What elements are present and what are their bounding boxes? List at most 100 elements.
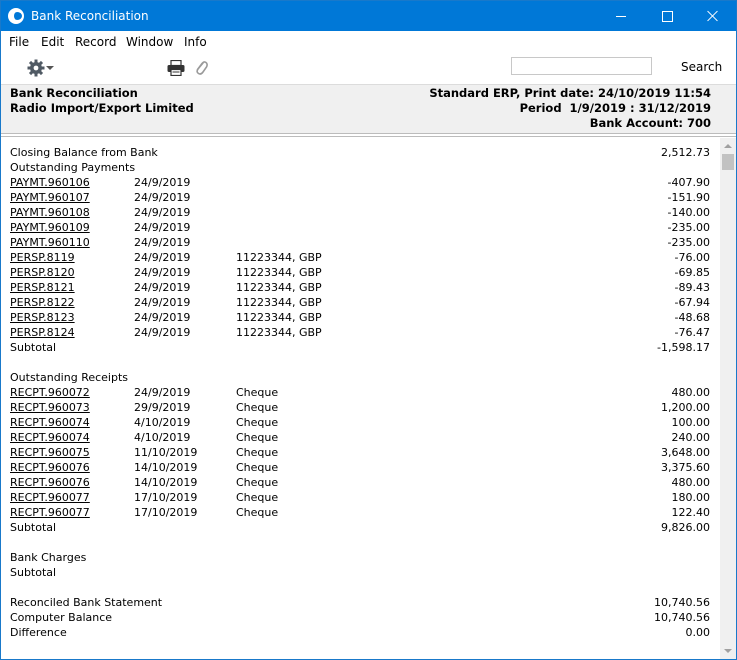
toolbar: Search bbox=[1, 52, 736, 84]
paperclip-icon[interactable] bbox=[194, 59, 208, 77]
report-row: PAYMT.960108 24/9/2019 -140.00 bbox=[1, 206, 720, 221]
menu-bar: File Edit Record Window Info bbox=[1, 31, 736, 52]
report-row: PERSP.8121 24/9/2019 11223344, GBP -89.43 bbox=[1, 281, 720, 296]
print-date: Standard ERP, Print date: 24/10/2019 11:… bbox=[429, 86, 711, 100]
menu-edit[interactable]: Edit bbox=[41, 35, 64, 49]
row-date: 14/10/2019 bbox=[134, 476, 198, 489]
report-row: RECPT.960076 14/10/2019 Cheque 480.00 bbox=[1, 476, 720, 491]
transaction-link[interactable]: PAYMT.960109 bbox=[10, 221, 90, 234]
report-window: Bank Reconciliation File Edit Record Win… bbox=[0, 0, 737, 660]
row-reference: 11223344, GBP bbox=[236, 251, 322, 264]
menu-file[interactable]: File bbox=[9, 35, 29, 49]
report-row: Outstanding Receipts bbox=[1, 371, 720, 386]
row-reference: 11223344, GBP bbox=[236, 296, 322, 309]
row-date: 24/9/2019 bbox=[134, 296, 191, 309]
report-row: Closing Balance from Bank 2,512.73 bbox=[1, 146, 720, 161]
row-label: Subtotal bbox=[10, 341, 57, 354]
row-amount: 180.00 bbox=[671, 491, 711, 504]
report-row bbox=[1, 356, 720, 371]
transaction-link[interactable]: RECPT.960072 bbox=[10, 386, 90, 399]
row-reference: Cheque bbox=[236, 506, 279, 519]
row-date: 24/9/2019 bbox=[134, 311, 191, 324]
transaction-link[interactable]: PAYMT.960106 bbox=[10, 176, 90, 189]
transaction-link[interactable]: RECPT.960077 bbox=[10, 506, 90, 519]
row-amount: 3,648.00 bbox=[661, 446, 710, 459]
row-amount: 1,200.00 bbox=[661, 401, 710, 414]
row-amount: -140.00 bbox=[667, 206, 710, 219]
report-row: Subtotal -1,598.17 bbox=[1, 341, 720, 356]
row-reference: Cheque bbox=[236, 446, 279, 459]
transaction-link[interactable]: PERSP.8123 bbox=[10, 311, 75, 324]
row-label: Computer Balance bbox=[10, 611, 113, 624]
report-row: PERSP.8123 24/9/2019 11223344, GBP -48.68 bbox=[1, 311, 720, 326]
transaction-link[interactable]: RECPT.960077 bbox=[10, 491, 90, 504]
maximize-button[interactable] bbox=[644, 1, 690, 31]
row-amount: -235.00 bbox=[667, 221, 710, 234]
transaction-link[interactable]: RECPT.960074 bbox=[10, 431, 90, 444]
row-date: 24/9/2019 bbox=[134, 326, 191, 339]
row-label: Closing Balance from Bank bbox=[10, 146, 158, 159]
menu-window[interactable]: Window bbox=[126, 35, 173, 49]
scroll-down-icon[interactable] bbox=[724, 649, 732, 653]
row-date: 24/9/2019 bbox=[134, 206, 191, 219]
report-row bbox=[1, 581, 720, 596]
row-date: 24/9/2019 bbox=[134, 266, 191, 279]
row-amount: -76.47 bbox=[674, 326, 710, 339]
transaction-link[interactable]: PERSP.8124 bbox=[10, 326, 75, 339]
window-title: Bank Reconciliation bbox=[31, 9, 149, 23]
print-icon[interactable] bbox=[167, 60, 185, 76]
report-row: RECPT.960074 4/10/2019 Cheque 240.00 bbox=[1, 431, 720, 446]
search-button[interactable]: Search bbox=[681, 60, 722, 74]
report-header: Bank Reconciliation Radio Import/Export … bbox=[1, 84, 736, 134]
transaction-link[interactable]: RECPT.960076 bbox=[10, 461, 90, 474]
chevron-down-icon[interactable] bbox=[46, 66, 54, 70]
transaction-link[interactable]: PAYMT.960108 bbox=[10, 206, 90, 219]
title-bar[interactable]: Bank Reconciliation bbox=[1, 1, 736, 31]
row-label: Subtotal bbox=[10, 521, 57, 534]
transaction-link[interactable]: PERSP.8121 bbox=[10, 281, 75, 294]
row-date: 24/9/2019 bbox=[134, 176, 191, 189]
report-row: Difference 0.00 bbox=[1, 626, 720, 641]
transaction-link[interactable]: PAYMT.960110 bbox=[10, 236, 90, 249]
report-row: Subtotal bbox=[1, 566, 720, 581]
company-name: Radio Import/Export Limited bbox=[10, 101, 194, 115]
menu-info[interactable]: Info bbox=[184, 35, 207, 49]
report-row bbox=[1, 536, 720, 551]
transaction-link[interactable]: RECPT.960075 bbox=[10, 446, 90, 459]
scrollbar-thumb[interactable] bbox=[722, 154, 734, 170]
row-date: 24/9/2019 bbox=[134, 191, 191, 204]
transaction-link[interactable]: PERSP.8119 bbox=[10, 251, 75, 264]
row-amount: 10,740.56 bbox=[654, 596, 710, 609]
scroll-up-icon[interactable] bbox=[724, 144, 732, 148]
report-row: RECPT.960073 29/9/2019 Cheque 1,200.00 bbox=[1, 401, 720, 416]
row-date: 4/10/2019 bbox=[134, 431, 191, 444]
report-period: Period 1/9/2019 : 31/12/2019 bbox=[519, 101, 711, 115]
transaction-link[interactable]: PAYMT.960107 bbox=[10, 191, 90, 204]
vertical-scrollbar[interactable] bbox=[720, 138, 736, 659]
row-date: 24/9/2019 bbox=[134, 221, 191, 234]
report-row: Bank Charges bbox=[1, 551, 720, 566]
row-amount: 480.00 bbox=[671, 386, 711, 399]
transaction-link[interactable]: RECPT.960076 bbox=[10, 476, 90, 489]
row-label: Outstanding Payments bbox=[10, 161, 136, 174]
report-row: PERSP.8124 24/9/2019 11223344, GBP -76.47 bbox=[1, 326, 720, 341]
search-input[interactable] bbox=[511, 57, 652, 75]
menu-record[interactable]: Record bbox=[75, 35, 116, 49]
row-amount: 0.00 bbox=[685, 626, 711, 639]
transaction-link[interactable]: RECPT.960073 bbox=[10, 401, 90, 414]
minimize-button[interactable] bbox=[598, 1, 644, 31]
transaction-link[interactable]: PERSP.8120 bbox=[10, 266, 75, 279]
row-reference: Cheque bbox=[236, 461, 279, 474]
transaction-link[interactable]: PERSP.8122 bbox=[10, 296, 75, 309]
bank-account: Bank Account: 700 bbox=[589, 116, 711, 130]
close-button[interactable] bbox=[690, 1, 736, 31]
row-amount: 9,826.00 bbox=[661, 521, 710, 534]
row-date: 29/9/2019 bbox=[134, 401, 191, 414]
transaction-link[interactable]: RECPT.960074 bbox=[10, 416, 90, 429]
row-reference: Cheque bbox=[236, 416, 279, 429]
header-divider bbox=[1, 136, 736, 137]
row-date: 17/10/2019 bbox=[134, 506, 198, 519]
row-amount: 100.00 bbox=[671, 416, 711, 429]
gear-icon[interactable] bbox=[27, 59, 45, 77]
report-row: Outstanding Payments bbox=[1, 161, 720, 176]
